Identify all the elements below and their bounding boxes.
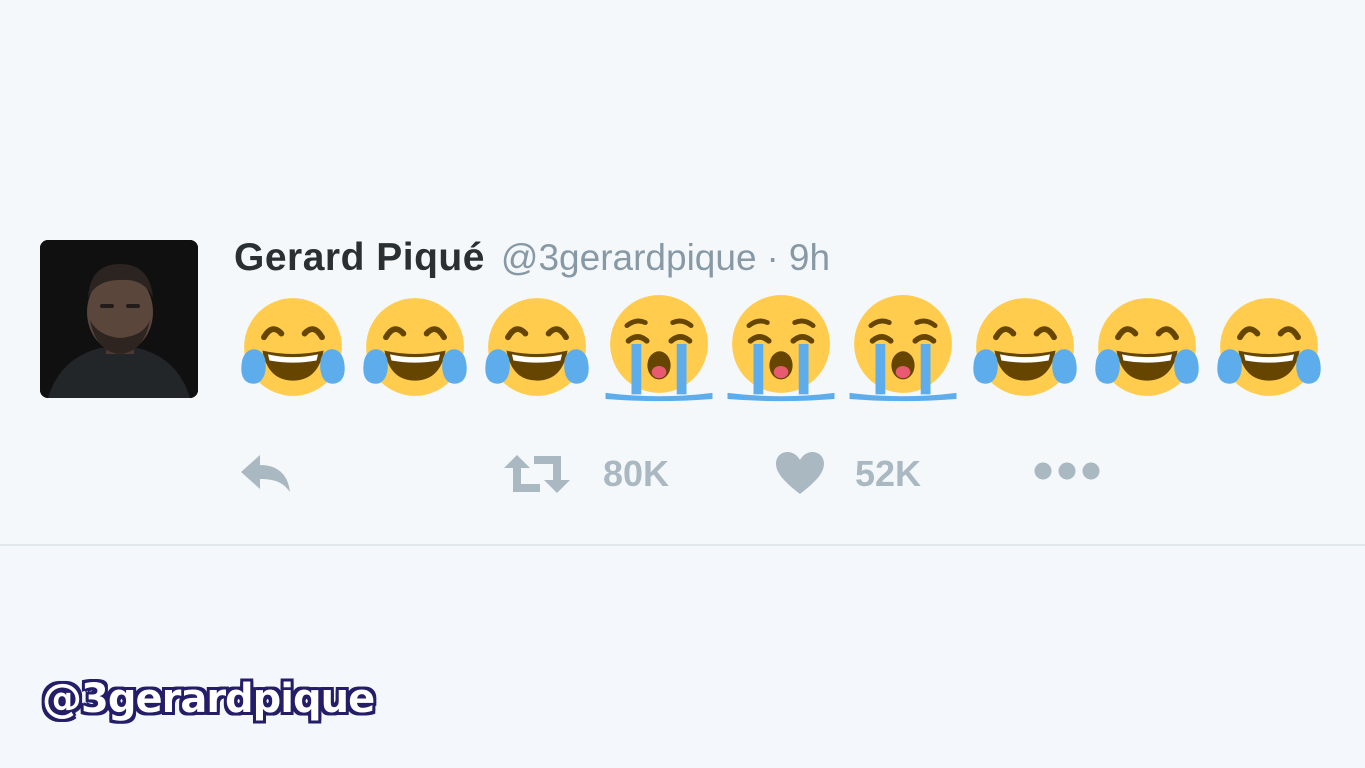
tears-of-joy-emoji [970,292,1080,402]
more-icon [1034,462,1100,480]
author-handle[interactable]: @3gerardpique [501,237,757,279]
loudly-crying-emoji [848,292,958,402]
retweet-count: 80K [603,453,670,494]
retweet-icon [504,455,570,493]
tears-of-joy-emoji [238,292,348,402]
loudly-crying-emoji [726,292,836,402]
reply-icon [241,455,290,492]
tweet-text [238,292,1324,402]
tweet-header: Gerard Piqué @3gerardpique · 9h [234,236,830,288]
tweet-card[interactable]: Gerard Piqué @3gerardpique · 9h 80K 52K [0,0,1365,546]
watermark-handle: @3gerardpique [42,676,375,722]
avatar[interactable] [40,240,198,398]
tears-of-joy-emoji [1092,292,1202,402]
tweet-actions: 80K 52K [0,446,1365,502]
heart-icon [776,452,824,494]
author-name[interactable]: Gerard Piqué [234,236,485,280]
tears-of-joy-emoji [1214,292,1324,402]
loudly-crying-emoji [604,292,714,402]
like-button[interactable] [774,450,826,501]
more-button[interactable] [1032,460,1102,487]
reply-button[interactable] [236,452,294,501]
like-count: 52K [855,453,922,494]
separator-dot: · [766,237,779,278]
retweet-button[interactable] [502,452,572,501]
tears-of-joy-emoji [482,292,592,402]
tears-of-joy-emoji [360,292,470,402]
avatar-photo [40,240,198,398]
tweet-timestamp[interactable]: 9h [789,237,830,279]
